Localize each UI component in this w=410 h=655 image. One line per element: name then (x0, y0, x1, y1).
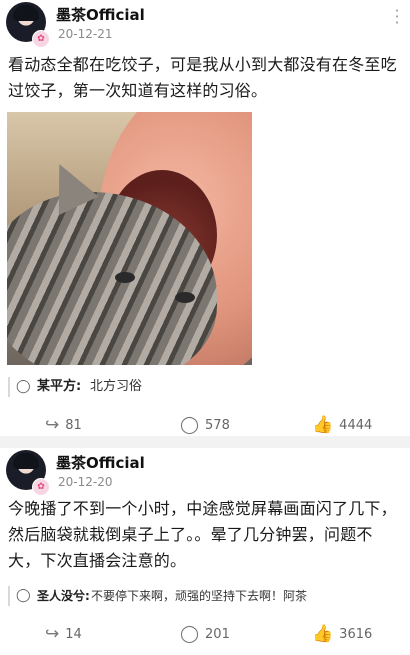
comment-bubble-icon: ◯ (180, 415, 200, 435)
comment-user[interactable]: 圣人没兮: (37, 586, 90, 606)
comment-button[interactable]: ◯ 201 (180, 623, 230, 645)
top-comment[interactable]: ◯ 圣人没兮: 不要停下来啊，顽强的坚持下去啊！阿茶 (8, 586, 402, 606)
post-date: 20-12-21 (58, 27, 113, 41)
post-text: 看动态全都在吃饺子，可是我从小到大都没有在冬至吃过饺子，第一次知道有这样的习俗。 (8, 55, 397, 100)
post-actions: ↪ 14 ◯ 201 👍 3616 (0, 616, 410, 652)
avatar-hair (13, 5, 39, 21)
like-count: 3616 (339, 626, 373, 642)
image-cat-eye (175, 292, 195, 303)
share-count: 14 (65, 626, 82, 642)
thumbs-up-icon: 👍 (312, 415, 334, 435)
comment-user[interactable]: 某平方: (37, 377, 81, 397)
comment-bubble-icon: ◯ (16, 379, 31, 394)
share-count: 81 (65, 417, 82, 433)
comment-button[interactable]: ◯ 578 (180, 414, 230, 436)
share-arrow-icon: ↪ (45, 415, 60, 435)
post-actions: ↪ 81 ◯ 578 👍 4444 (0, 407, 410, 443)
post-card: ✿ 墨茶Official 20-12-21 · · · 看动态全都在吃饺子，可是我从… (0, 0, 410, 436)
comment-text: 北方习俗 (90, 379, 143, 394)
more-menu-icon[interactable]: · · · (394, 3, 400, 31)
author-name[interactable]: 墨茶Official (56, 4, 145, 25)
verified-badge-icon: ✿ (32, 30, 50, 48)
post-header: ✿ 墨茶Official 20-12-20 (0, 448, 410, 496)
comment-count: 201 (205, 626, 230, 642)
post-card: ✿ 墨茶Official 20-12-20 今晚播了不到一个小时，中途感觉屏幕画… (0, 448, 410, 655)
avatar-hair (13, 453, 39, 469)
comment-bubble-icon: ◯ (16, 588, 31, 603)
author-name[interactable]: 墨茶Official (56, 452, 145, 473)
like-count: 4444 (339, 417, 373, 433)
verified-badge-icon: ✿ (32, 478, 50, 496)
thumbs-up-icon: 👍 (312, 624, 334, 644)
top-comment[interactable]: ◯ 某平方: 北方习俗 (8, 377, 402, 397)
comment-bubble-icon: ◯ (180, 624, 200, 644)
post-image[interactable] (7, 112, 252, 365)
comment-text: 不要停下来啊，顽强的坚持下去啊！阿茶 (91, 589, 308, 603)
post-header: ✿ 墨茶Official 20-12-21 · · · (0, 0, 410, 48)
share-button[interactable]: ↪ 14 (45, 623, 82, 645)
like-button[interactable]: 👍 4444 (312, 414, 372, 436)
post-text: 今晚播了不到一个小时，中途感觉屏幕画面闪了几下，然后脑袋就栽倒桌子上了。。晕了几… (8, 499, 397, 570)
share-button[interactable]: ↪ 81 (45, 414, 82, 436)
comment-count: 578 (205, 417, 230, 433)
post-date: 20-12-20 (58, 475, 113, 489)
share-arrow-icon: ↪ (45, 624, 60, 644)
image-cat-eye (115, 272, 135, 283)
like-button[interactable]: 👍 3616 (312, 623, 372, 645)
